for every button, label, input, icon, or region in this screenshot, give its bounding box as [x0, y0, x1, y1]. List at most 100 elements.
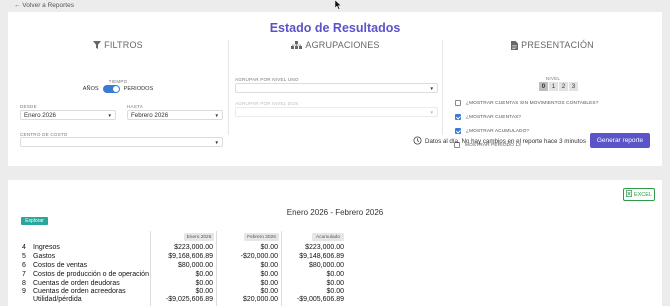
- level-option-3[interactable]: 3: [569, 82, 578, 91]
- table-row: 6 Costos de ventas $80,000.00 $0.00 $80,…: [8, 262, 662, 271]
- cell-enero: $0.00: [195, 271, 213, 278]
- centro-costo-select[interactable]: ▼: [20, 137, 223, 147]
- row-code: 9: [22, 288, 26, 295]
- row-name: Gastos: [33, 253, 56, 260]
- cell-enero: $223,000.00: [174, 244, 213, 251]
- excel-export-button[interactable]: EXCEL: [623, 188, 655, 201]
- level1-select[interactable]: ▼: [235, 83, 438, 93]
- hierarchy-icon: [291, 41, 303, 49]
- cell-febrero: $20,000.00: [242, 296, 278, 303]
- filters-heading: FILTROS: [8, 40, 228, 50]
- report-status: Datos al día. No hay cambios en el repor…: [413, 136, 586, 147]
- cell-febrero: $0.00: [260, 262, 278, 269]
- cell-febrero: -$20,000.00: [240, 253, 278, 260]
- presentation-heading: PRESENTACIÓN: [443, 40, 662, 50]
- column-header-enero: Enero 2026: [184, 233, 214, 241]
- cell-enero: -$9,025,606.89: [165, 296, 213, 303]
- cell-enero: $0.00: [195, 288, 213, 295]
- level2-select[interactable]: ▼: [235, 107, 438, 117]
- groupings-heading-label: AGRUPACIONES: [305, 40, 380, 50]
- report-card: EXCEL Enero 2026 - Febrero 2026 Explorar…: [8, 180, 662, 306]
- filters-panel: FILTROS TIEMPO AÑOS PERIODOS DESDE Enero…: [8, 40, 228, 137]
- cell-acumulado: $0.00: [326, 280, 344, 287]
- cell-acumulado: -$9,005,606.89: [296, 296, 344, 303]
- years-periods-toggle[interactable]: [102, 85, 120, 93]
- cell-acumulado: $80,000.00: [308, 262, 344, 269]
- explore-button[interactable]: Explorar: [21, 217, 48, 225]
- cell-enero: $9,168,606.89: [168, 253, 213, 260]
- cell-acumulado: $0.00: [326, 288, 344, 295]
- cell-febrero: $0.00: [260, 280, 278, 287]
- row-name: Cuentas de orden acreedoras: [33, 288, 126, 295]
- hasta-select[interactable]: Febrero 2026 ▼: [127, 110, 223, 120]
- option-label: ¿MOSTRAR ACUMULADO?: [466, 128, 530, 134]
- chevron-down-icon: ▼: [214, 139, 219, 145]
- spreadsheet-icon: [626, 190, 632, 199]
- cell-febrero: $0.00: [260, 288, 278, 295]
- cell-acumulado: $9,148,606.89: [299, 253, 344, 260]
- cell-acumulado: $223,000.00: [305, 244, 344, 251]
- table-row: 5 Gastos $9,168,606.89 -$20,000.00 $9,14…: [8, 253, 662, 262]
- groupings-heading: AGRUPACIONES: [229, 40, 442, 50]
- level2-label: AGRUPAR POR NIVEL DOS: [235, 101, 299, 106]
- table-row-total: Utilidad/pérdida -$9,025,606.89 $20,000.…: [8, 296, 662, 305]
- row-code: 7: [22, 271, 26, 278]
- cell-febrero: $0.00: [260, 244, 278, 251]
- status-text: Datos al día. No hay cambios en el repor…: [425, 138, 586, 145]
- level-selector: 0 1 2 3: [539, 82, 578, 91]
- level-option-1[interactable]: 1: [549, 82, 558, 91]
- toggle-years-label: AÑOS: [82, 86, 99, 92]
- option-show-empty-accounts[interactable]: ¿MOSTRAR CUENTAS SIN MOVIMIENTOS CONTABL…: [455, 100, 599, 106]
- row-name: Costos de ventas: [33, 262, 88, 269]
- report-title: Enero 2026 - Febrero 2026: [286, 208, 384, 217]
- cell-enero: $80,000.00: [177, 262, 213, 269]
- time-toggle-row: AÑOS PERIODOS: [8, 85, 228, 93]
- option-show-accumulated[interactable]: ¿MOSTRAR ACUMULADO?: [455, 128, 529, 134]
- table-row: 4 Ingresos $223,000.00 $0.00 $223,000.00: [8, 244, 662, 253]
- desde-value: Enero 2026: [24, 111, 56, 119]
- checkbox[interactable]: [455, 100, 461, 106]
- desde-select[interactable]: Enero 2026 ▼: [20, 110, 116, 120]
- excel-label: EXCEL: [633, 191, 653, 198]
- funnel-icon: [93, 41, 102, 49]
- chevron-down-icon: ▼: [429, 85, 434, 91]
- row-code: 8: [22, 280, 26, 287]
- filters-heading-label: FILTROS: [104, 40, 143, 50]
- back-to-reports-link[interactable]: ← Volver a Reportes: [14, 2, 74, 9]
- desde-label: DESDE: [20, 104, 37, 109]
- row-name: Utilidad/pérdida: [33, 296, 82, 303]
- cell-enero: $0.00: [195, 280, 213, 287]
- column-header-acumulado: Acumulado: [312, 233, 344, 241]
- hasta-value: Febrero 2026: [131, 111, 169, 119]
- presentation-heading-label: PRESENTACIÓN: [521, 40, 594, 50]
- row-code: 4: [22, 244, 26, 251]
- column-header-febrero: Febrero 2026: [244, 233, 279, 241]
- level-option-2[interactable]: 2: [559, 82, 568, 91]
- option-label: ¿MOSTRAR CUENTAS SIN MOVIMIENTOS CONTABL…: [466, 100, 599, 106]
- option-label: ¿MOSTRAR CUENTAS?: [466, 114, 522, 120]
- cell-febrero: $0.00: [260, 271, 278, 278]
- generate-report-button[interactable]: Generar reporte: [590, 133, 650, 148]
- row-name: Ingresos: [33, 244, 60, 251]
- row-name: Cuentas de orden deudoras: [33, 280, 120, 287]
- checkbox[interactable]: [455, 114, 461, 120]
- chevron-down-icon: ▼: [429, 109, 434, 115]
- document-icon: [511, 40, 519, 50]
- level-option-0[interactable]: 0: [539, 82, 548, 91]
- hasta-label: HASTA: [127, 104, 143, 109]
- clock-history-icon: [413, 136, 422, 147]
- cell-acumulado: $0.00: [326, 271, 344, 278]
- chevron-down-icon: ▼: [107, 112, 112, 118]
- table-row: 7 Costos de producción o de operación $0…: [8, 271, 662, 280]
- checkbox[interactable]: [455, 128, 461, 134]
- groupings-panel: AGRUPACIONES AGRUPAR POR NIVEL UNO ▼ AGR…: [228, 40, 442, 135]
- mouse-cursor-icon: [334, 0, 342, 12]
- nivel-label: NIVEL: [545, 76, 561, 81]
- option-show-accounts[interactable]: ¿MOSTRAR CUENTAS?: [455, 114, 521, 120]
- row-code: 6: [22, 262, 26, 269]
- level1-label: AGRUPAR POR NIVEL UNO: [235, 77, 299, 82]
- tiempo-label: TIEMPO: [108, 79, 128, 84]
- row-code: 5: [22, 253, 26, 260]
- presentation-panel: PRESENTACIÓN NIVEL 0 1 2 3 ¿MOSTRAR CUEN…: [442, 40, 662, 135]
- page-title: Estado de Resultados: [269, 21, 401, 35]
